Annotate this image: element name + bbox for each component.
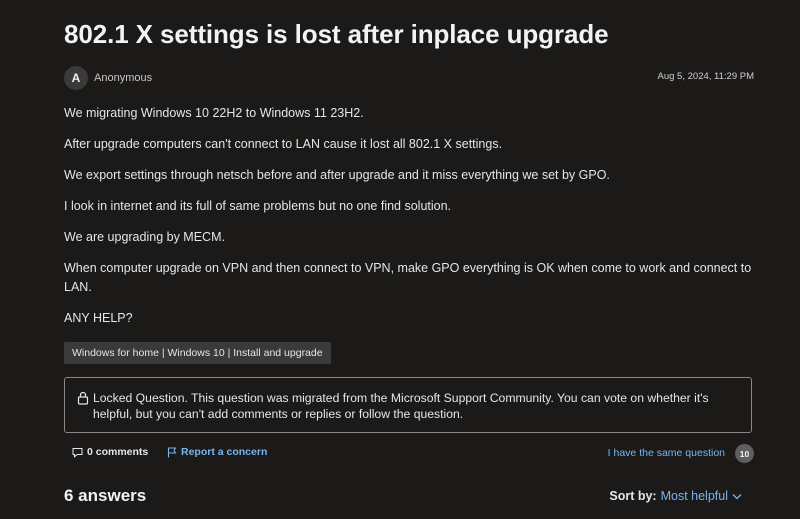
- flag-icon: [167, 446, 177, 458]
- locked-notice-text: Locked Question. This question was migra…: [93, 391, 709, 421]
- report-concern-button[interactable]: Report a concern: [167, 446, 267, 458]
- question-actions: 0 comments Report a concern I have the s…: [64, 442, 754, 464]
- author-name[interactable]: Anonymous: [94, 72, 152, 84]
- answers-heading: 6 answers: [64, 486, 147, 505]
- comment-icon: [72, 447, 83, 458]
- same-question-button[interactable]: I have the same question: [608, 447, 725, 459]
- topic-tag[interactable]: Windows for home | Windows 10 | Install …: [64, 342, 331, 364]
- lock-icon: [77, 391, 89, 405]
- body-paragraph: We export settings through netsch before…: [64, 168, 610, 182]
- question-body: We migrating Windows 10 22H2 to Windows …: [64, 104, 754, 340]
- sort-value: Most helpful: [660, 489, 728, 503]
- body-paragraph: ANY HELP?: [64, 311, 133, 325]
- body-paragraph: When computer upgrade on VPN and then co…: [64, 261, 752, 294]
- comments-button[interactable]: 0 comments: [72, 446, 148, 458]
- locked-question-notice: Locked Question. This question was migra…: [64, 377, 752, 433]
- report-concern-label: Report a concern: [181, 446, 268, 458]
- sort-label: Sort by:: [609, 489, 657, 503]
- question-author-row: A Anonymous Aug 5, 2024, 11:29 PM: [64, 66, 754, 92]
- comments-label: 0 comments: [87, 446, 149, 458]
- same-question-count-badge: 10: [735, 444, 754, 463]
- sort-dropdown[interactable]: Most helpful: [661, 489, 742, 503]
- post-date: Aug 5, 2024, 11:29 PM: [657, 71, 754, 82]
- sort-control: Sort by: Most helpful: [609, 489, 742, 503]
- body-paragraph: I look in internet and its full of same …: [64, 199, 452, 213]
- body-paragraph: After upgrade computers can't connect to…: [64, 137, 503, 151]
- chevron-down-icon: [732, 493, 742, 500]
- avatar[interactable]: A: [64, 66, 88, 90]
- body-paragraph: We migrating Windows 10 22H2 to Windows …: [64, 106, 364, 120]
- body-paragraph: We are upgrading by MECM.: [64, 230, 225, 244]
- question-title: 802.1 X settings is lost after inplace u…: [64, 19, 609, 49]
- question-page: 802.1 X settings is lost after inplace u…: [0, 0, 800, 519]
